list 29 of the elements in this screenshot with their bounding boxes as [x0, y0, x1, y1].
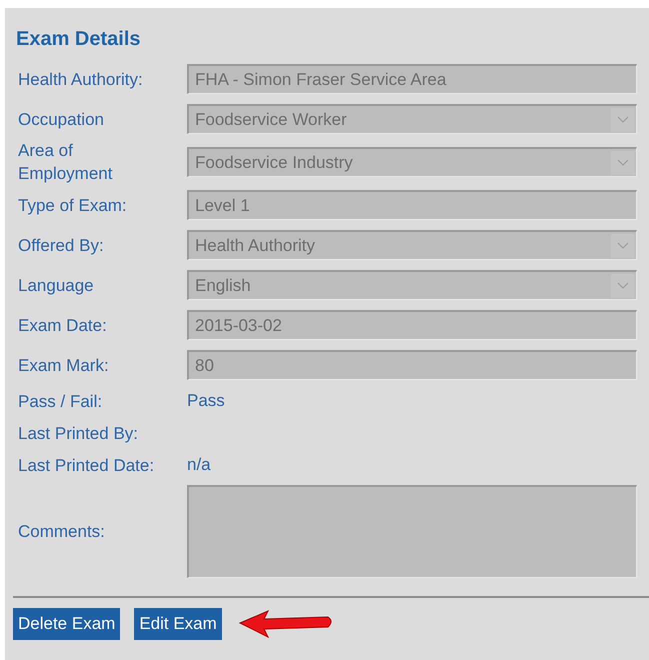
- field-label: Occupation: [17, 108, 105, 130]
- action-button[interactable]: Delete Exam: [13, 608, 120, 640]
- field-label: Pass / Fail:: [17, 390, 104, 412]
- field-label: Offered By:: [17, 234, 105, 256]
- action-button[interactable]: Edit Exam: [134, 608, 222, 640]
- text-field[interactable]: FHA - Simon Fraser Service Area: [187, 64, 637, 94]
- text-field[interactable]: Level 1: [187, 190, 637, 220]
- field-label: Type of Exam:: [17, 194, 128, 216]
- field-label: Comments:: [17, 521, 106, 543]
- chevron-down-icon: [617, 282, 629, 289]
- dropdown-field[interactable]: Foodservice Industry: [187, 147, 637, 177]
- text-field[interactable]: 2015-03-02: [187, 310, 637, 340]
- field-label: Last Printed Date:: [17, 454, 156, 476]
- section-title: Exam Details: [16, 28, 142, 51]
- dropdown-field[interactable]: Health Authority: [187, 230, 637, 260]
- dropdown-field[interactable]: Foodservice Worker: [187, 104, 637, 134]
- chevron-down-icon: [617, 116, 629, 123]
- field-label: Last Printed By:: [17, 422, 140, 444]
- dropdown-field[interactable]: English: [187, 270, 637, 300]
- field-value: n/a: [187, 455, 212, 475]
- chevron-down-icon: [617, 242, 629, 249]
- text-field[interactable]: 80: [187, 350, 637, 380]
- field-label: Area of Employment: [17, 140, 114, 185]
- chevron-down-icon: [617, 159, 629, 166]
- field-label: Language: [17, 274, 95, 296]
- field-label: Exam Mark:: [17, 354, 110, 376]
- field-label: Exam Date:: [17, 314, 108, 336]
- field-label: Health Authority:: [17, 68, 144, 90]
- field-value: Pass: [187, 391, 226, 411]
